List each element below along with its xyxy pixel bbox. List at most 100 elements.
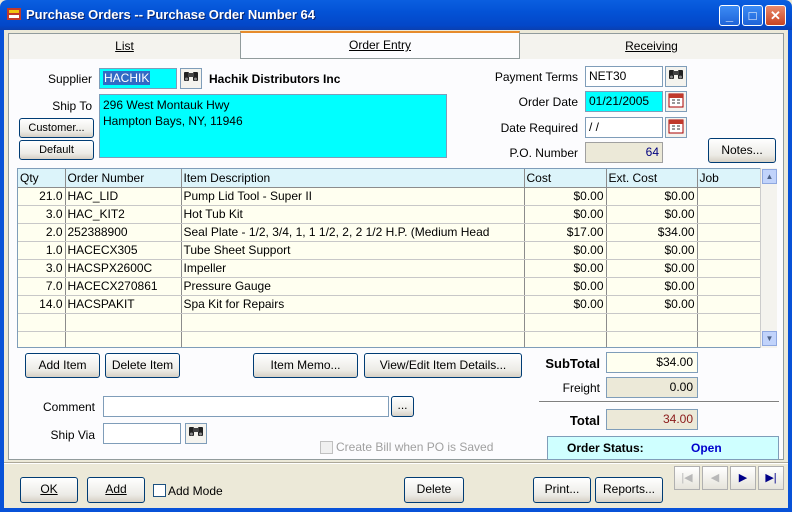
table-row[interactable]: 14.0 HACSPAKIT Spa Kit for Repairs $0.00… [18, 295, 762, 314]
cell-order-number[interactable]: HACSPAKIT [65, 295, 182, 314]
cell-ext-cost[interactable]: $0.00 [606, 187, 698, 206]
previous-record-icon[interactable]: ◀ [702, 466, 728, 490]
cell-ext-cost[interactable]: $34.00 [606, 223, 698, 242]
cell-job[interactable] [697, 313, 762, 332]
cell-qty[interactable] [18, 331, 66, 347]
cell-job[interactable] [697, 277, 762, 296]
cell-description[interactable]: Pump Lid Tool - Super II [181, 187, 525, 206]
binoculars-icon[interactable] [185, 423, 207, 444]
minimize-button[interactable]: _ [719, 5, 740, 26]
delete-button[interactable]: Delete [404, 477, 464, 503]
cell-description[interactable]: Impeller [181, 259, 525, 278]
view-edit-item-details-button[interactable]: View/Edit Item Details... [364, 353, 522, 378]
cell-order-number[interactable]: HACECX270861 [65, 277, 182, 296]
cell-cost[interactable]: $0.00 [524, 295, 607, 314]
items-grid[interactable]: Qty Order Number Item Description Cost E… [17, 168, 777, 348]
date-required-input[interactable]: / / [585, 117, 663, 138]
column-header-item-description[interactable]: Item Description [181, 169, 525, 188]
cell-cost[interactable] [524, 313, 607, 332]
column-header-cost[interactable]: Cost [524, 169, 607, 188]
calendar-icon[interactable] [665, 117, 687, 138]
scroll-up-icon[interactable]: ▲ [762, 169, 777, 184]
binoculars-icon[interactable] [180, 68, 202, 89]
calendar-icon[interactable] [665, 91, 687, 112]
cell-job[interactable] [697, 205, 762, 224]
cell-ext-cost[interactable]: $0.00 [606, 259, 698, 278]
cell-ext-cost[interactable]: $0.00 [606, 277, 698, 296]
default-button[interactable]: Default [19, 140, 94, 160]
cell-cost[interactable]: $0.00 [524, 241, 607, 260]
cell-ext-cost[interactable]: $0.00 [606, 241, 698, 260]
cell-job[interactable] [697, 331, 762, 347]
order-date-input[interactable]: 01/21/2005 [585, 91, 663, 112]
table-row[interactable] [18, 313, 762, 332]
comment-lookup-button[interactable]: ... [391, 396, 414, 417]
cell-description[interactable] [181, 313, 525, 332]
cell-cost[interactable]: $0.00 [524, 205, 607, 224]
table-row[interactable]: 7.0 HACECX270861 Pressure Gauge $0.00 $0… [18, 277, 762, 296]
table-row[interactable] [18, 331, 762, 347]
grid-vertical-scrollbar[interactable]: ▲ ▼ [760, 168, 777, 348]
cell-job[interactable] [697, 223, 762, 242]
cell-order-number[interactable] [65, 313, 182, 332]
cell-order-number[interactable] [65, 331, 182, 347]
cell-order-number[interactable]: 252388900 [65, 223, 182, 242]
cell-job[interactable] [697, 187, 762, 206]
item-memo-button[interactable]: Item Memo... [253, 353, 358, 378]
cell-description[interactable]: Tube Sheet Support [181, 241, 525, 260]
cell-qty[interactable]: 3.0 [18, 259, 66, 278]
cell-ext-cost[interactable]: $0.00 [606, 205, 698, 224]
reports-button[interactable]: Reports... [595, 477, 663, 503]
cell-order-number[interactable]: HAC_KIT2 [65, 205, 182, 224]
cell-qty[interactable]: 14.0 [18, 295, 66, 314]
column-header-order-number[interactable]: Order Number [65, 169, 182, 188]
close-button[interactable]: ✕ [765, 5, 786, 26]
table-row[interactable]: 2.0 252388900 Seal Plate - 1/2, 3/4, 1, … [18, 223, 762, 242]
cell-ext-cost[interactable] [606, 331, 698, 347]
comment-input[interactable] [103, 396, 389, 417]
cell-qty[interactable]: 7.0 [18, 277, 66, 296]
cell-order-number[interactable]: HACECX305 [65, 241, 182, 260]
notes-button[interactable]: Notes... [708, 138, 776, 163]
cell-description[interactable]: Hot Tub Kit [181, 205, 525, 224]
cell-qty[interactable] [18, 313, 66, 332]
cell-description[interactable] [181, 331, 525, 347]
tab-list[interactable]: List [8, 33, 241, 59]
supplier-code-input[interactable]: HACHIK [99, 68, 177, 89]
column-header-qty[interactable]: Qty [18, 169, 66, 188]
cell-order-number[interactable]: HACSPX2600C [65, 259, 182, 278]
tab-receiving[interactable]: Receiving [519, 33, 784, 59]
table-row[interactable]: 1.0 HACECX305 Tube Sheet Support $0.00 $… [18, 241, 762, 260]
table-row[interactable]: 3.0 HACSPX2600C Impeller $0.00 $0.00 [18, 259, 762, 278]
cell-cost[interactable]: $0.00 [524, 259, 607, 278]
ship-to-address[interactable]: 296 West Montauk Hwy Hampton Bays, NY, 1… [99, 94, 447, 158]
first-record-icon[interactable]: |◀ [674, 466, 700, 490]
last-record-icon[interactable]: ▶| [758, 466, 784, 490]
ship-via-input[interactable] [103, 423, 181, 444]
add-mode-checkbox[interactable] [153, 484, 166, 497]
maximize-button[interactable]: □ [742, 5, 763, 26]
cell-cost[interactable]: $0.00 [524, 277, 607, 296]
cell-ext-cost[interactable] [606, 313, 698, 332]
cell-order-number[interactable]: HAC_LID [65, 187, 182, 206]
cell-qty[interactable]: 21.0 [18, 187, 66, 206]
scroll-down-icon[interactable]: ▼ [762, 331, 777, 346]
next-record-icon[interactable]: ▶ [730, 466, 756, 490]
cell-qty[interactable]: 3.0 [18, 205, 66, 224]
cell-job[interactable] [697, 241, 762, 260]
print-button[interactable]: Print... [533, 477, 591, 503]
add-item-button[interactable]: Add Item [25, 353, 100, 378]
cell-cost[interactable]: $0.00 [524, 187, 607, 206]
cell-qty[interactable]: 2.0 [18, 223, 66, 242]
cell-ext-cost[interactable]: $0.00 [606, 295, 698, 314]
customer-button[interactable]: Customer... [19, 118, 94, 138]
cell-cost[interactable]: $17.00 [524, 223, 607, 242]
delete-item-button[interactable]: Delete Item [105, 353, 180, 378]
ok-button[interactable]: OK [20, 477, 78, 503]
cell-description[interactable]: Spa Kit for Repairs [181, 295, 525, 314]
cell-description[interactable]: Pressure Gauge [181, 277, 525, 296]
table-row[interactable]: 3.0 HAC_KIT2 Hot Tub Kit $0.00 $0.00 [18, 205, 762, 224]
tab-order-entry[interactable]: Order Entry [240, 31, 520, 58]
binoculars-icon[interactable] [665, 66, 687, 87]
column-header-ext-cost[interactable]: Ext. Cost [606, 169, 698, 188]
